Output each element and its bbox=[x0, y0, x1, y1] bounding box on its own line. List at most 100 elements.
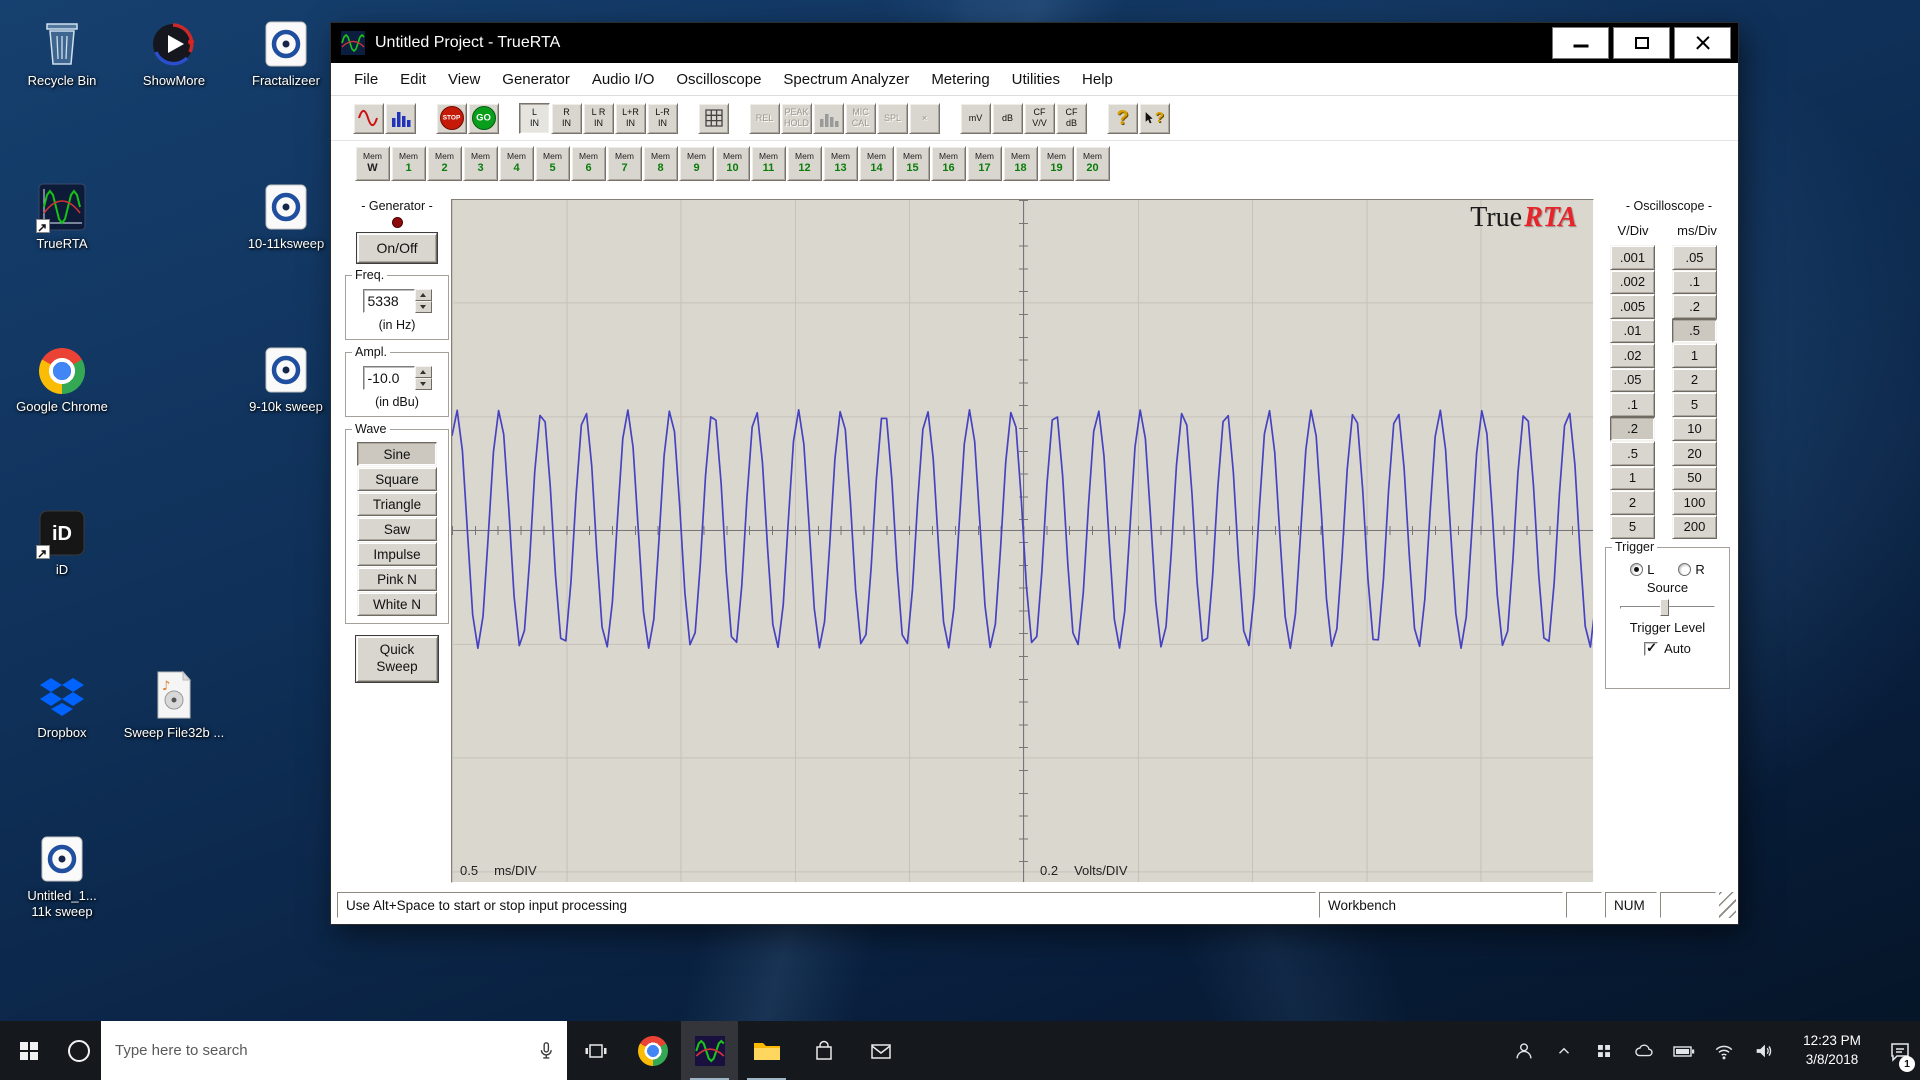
amplitude-input[interactable] bbox=[362, 366, 415, 390]
msdiv-option-button[interactable]: .5 bbox=[1672, 318, 1717, 343]
memory-button[interactable]: Mem 17 bbox=[967, 145, 1002, 181]
maximize-button[interactable] bbox=[1613, 27, 1670, 59]
minimize-button[interactable] bbox=[1552, 27, 1609, 59]
input-l-minus-r-button[interactable]: L-R IN bbox=[647, 102, 678, 134]
menu-item[interactable]: Generator bbox=[491, 71, 581, 88]
onedrive-button[interactable] bbox=[1624, 1021, 1664, 1080]
memory-button[interactable]: Mem 12 bbox=[787, 145, 822, 181]
memory-button[interactable]: Mem 1 bbox=[391, 145, 426, 181]
memory-button[interactable]: Mem 7 bbox=[607, 145, 642, 181]
wave-square-button[interactable]: Square bbox=[357, 467, 437, 491]
vdiv-option-button[interactable]: .001 bbox=[1610, 245, 1655, 270]
input-l-r-button[interactable]: L R IN bbox=[583, 102, 614, 134]
desktop-icon-truerta[interactable]: iD ♪ bbox=[8, 173, 116, 336]
wave-saw-button[interactable]: Saw bbox=[357, 517, 437, 541]
menu-item[interactable]: Oscilloscope bbox=[665, 71, 772, 88]
vdiv-option-button[interactable]: 5 bbox=[1610, 514, 1655, 539]
menu-item[interactable]: Audio I/O bbox=[581, 71, 666, 88]
amplitude-spin-up-button[interactable] bbox=[414, 366, 432, 378]
memory-button[interactable]: Mem 2 bbox=[427, 145, 462, 181]
memory-button[interactable]: Mem 13 bbox=[823, 145, 858, 181]
taskbar-file-explorer-button[interactable] bbox=[738, 1021, 795, 1080]
msdiv-option-button[interactable]: 10 bbox=[1672, 416, 1717, 441]
start-button[interactable] bbox=[0, 1021, 57, 1080]
volume-button[interactable] bbox=[1744, 1021, 1784, 1080]
desktop-icon-10-11ksweep[interactable]: iD ♪ bbox=[232, 173, 340, 336]
show-hidden-icons-button[interactable] bbox=[1544, 1021, 1584, 1080]
menu-item[interactable]: Edit bbox=[389, 71, 437, 88]
desktop-icon-id[interactable]: iD ♪ bbox=[8, 499, 116, 662]
vdiv-option-button[interactable]: .02 bbox=[1610, 343, 1655, 368]
taskbar-chrome-button[interactable] bbox=[624, 1021, 681, 1080]
msdiv-option-button[interactable]: 1 bbox=[1672, 343, 1717, 368]
memory-button[interactable]: Mem 15 bbox=[895, 145, 930, 181]
desktop-icon-showmore[interactable]: iD ♪ bbox=[120, 10, 228, 173]
wave-pink-noise-button[interactable]: Pink N bbox=[357, 567, 437, 591]
amplitude-spin-down-button[interactable] bbox=[414, 378, 432, 390]
memory-button[interactable]: Mem 8 bbox=[643, 145, 678, 181]
vdiv-option-button[interactable]: .5 bbox=[1610, 441, 1655, 466]
vdiv-option-button[interactable]: .1 bbox=[1610, 392, 1655, 417]
msdiv-option-button[interactable]: .1 bbox=[1672, 269, 1717, 294]
trigger-left-radio[interactable] bbox=[1630, 563, 1644, 576]
msdiv-option-button[interactable]: 20 bbox=[1672, 441, 1717, 466]
battery-button[interactable] bbox=[1664, 1021, 1704, 1080]
people-button[interactable] bbox=[1504, 1021, 1544, 1080]
memory-button[interactable]: Mem 6 bbox=[571, 145, 606, 181]
input-r-button[interactable]: R IN bbox=[551, 102, 582, 134]
msdiv-option-button[interactable]: .05 bbox=[1672, 245, 1717, 270]
frequency-spin-down-button[interactable] bbox=[414, 301, 432, 313]
generator-onoff-button[interactable]: On/Off bbox=[357, 233, 437, 263]
mv-button[interactable]: mV bbox=[960, 102, 991, 134]
vdiv-option-button[interactable]: 1 bbox=[1610, 465, 1655, 490]
taskbar-mail-button[interactable] bbox=[852, 1021, 909, 1080]
close-button[interactable] bbox=[1674, 27, 1731, 59]
memory-button[interactable]: Mem 9 bbox=[679, 145, 714, 181]
memory-button[interactable]: Mem 3 bbox=[463, 145, 498, 181]
desktop-icon-google-chrome[interactable]: iD ♪ bbox=[8, 336, 116, 499]
vdiv-option-button[interactable]: 2 bbox=[1610, 490, 1655, 515]
wave-sine-button[interactable]: Sine bbox=[357, 442, 437, 466]
frequency-input[interactable] bbox=[362, 289, 415, 313]
msdiv-option-button[interactable]: 2 bbox=[1672, 367, 1717, 392]
generator-sine-button[interactable] bbox=[353, 102, 384, 134]
memory-button[interactable]: Mem 10 bbox=[715, 145, 750, 181]
memory-button[interactable]: Mem 19 bbox=[1039, 145, 1074, 181]
clear-button[interactable]: × bbox=[909, 102, 940, 134]
stop-button[interactable]: STOP bbox=[436, 102, 467, 134]
tray-app-button[interactable] bbox=[1584, 1021, 1624, 1080]
memory-button[interactable]: Mem 14 bbox=[859, 145, 894, 181]
trigger-level-slider[interactable] bbox=[1620, 597, 1715, 617]
rel-button[interactable]: REL bbox=[749, 102, 780, 134]
taskbar-truerta-button[interactable] bbox=[681, 1021, 738, 1080]
menu-item[interactable]: File bbox=[343, 71, 389, 88]
wave-white-noise-button[interactable]: White N bbox=[357, 592, 437, 616]
spectrum-analyzer-button[interactable] bbox=[385, 102, 416, 134]
desktop-icon-dropbox[interactable]: iD ♪ bbox=[8, 662, 116, 825]
msdiv-option-button[interactable]: .2 bbox=[1672, 294, 1717, 319]
slider-thumb[interactable] bbox=[1659, 599, 1669, 616]
context-help-button[interactable]: ? bbox=[1139, 102, 1170, 134]
desktop-icon-sweep-file32b[interactable]: iD ♪ bbox=[120, 662, 228, 825]
cortana-button[interactable] bbox=[57, 1021, 101, 1080]
desktop-icon-fractalizeer[interactable]: iD ♪ bbox=[232, 10, 340, 173]
network-button[interactable] bbox=[1704, 1021, 1744, 1080]
action-center-button[interactable]: 1 bbox=[1880, 1021, 1920, 1080]
search-input[interactable] bbox=[101, 1042, 567, 1059]
trigger-auto-checkbox[interactable] bbox=[1644, 640, 1659, 656]
memory-button[interactable]: Mem 16 bbox=[931, 145, 966, 181]
spl-button[interactable]: SPL bbox=[877, 102, 908, 134]
desktop-icon-recycle-bin[interactable]: iD ♪ bbox=[8, 10, 116, 173]
wave-impulse-button[interactable]: Impulse bbox=[357, 542, 437, 566]
memory-button[interactable]: Mem 11 bbox=[751, 145, 786, 181]
trigger-right-radio[interactable] bbox=[1678, 563, 1692, 576]
quick-sweep-button[interactable]: Quick Sweep bbox=[356, 636, 438, 682]
menu-item[interactable]: Help bbox=[1071, 71, 1124, 88]
cf-db-button[interactable]: CF dB bbox=[1056, 102, 1087, 134]
grid-button[interactable] bbox=[698, 102, 729, 134]
memory-button[interactable]: Mem W bbox=[355, 145, 390, 181]
menu-item[interactable]: View bbox=[437, 71, 491, 88]
memory-button[interactable]: Mem 18 bbox=[1003, 145, 1038, 181]
taskbar-store-button[interactable] bbox=[795, 1021, 852, 1080]
cf-vv-button[interactable]: CF V/V bbox=[1024, 102, 1055, 134]
